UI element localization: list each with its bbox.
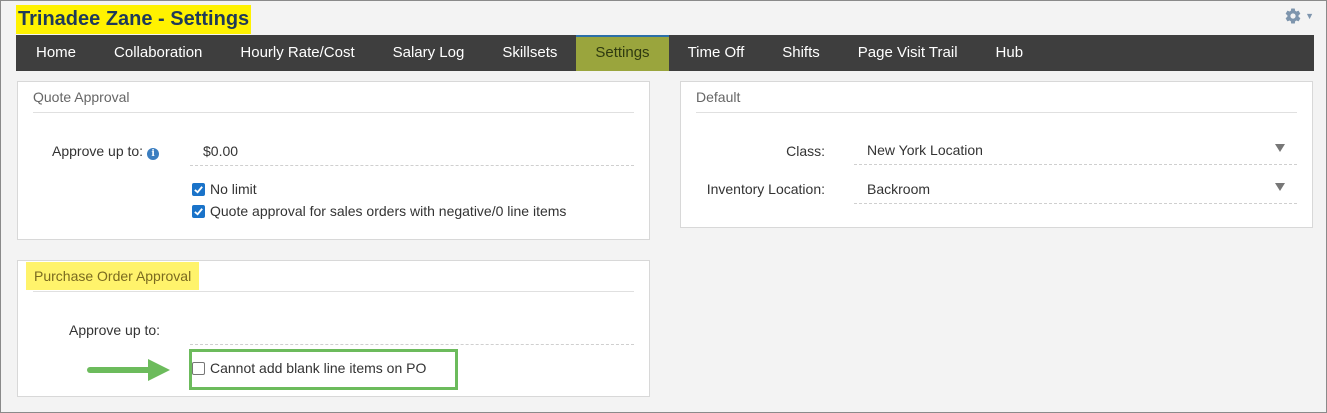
page-title-wrap: Trinadee Zane - Settings: [16, 5, 252, 34]
class-label: Class:: [786, 143, 825, 159]
gear-icon: [1284, 7, 1302, 25]
tab-page-visit-trail[interactable]: Page Visit Trail: [839, 35, 977, 71]
po-approval-header: Purchase Order Approval: [26, 262, 200, 290]
chevron-down-icon: [1275, 183, 1285, 191]
tab-settings[interactable]: Settings: [576, 35, 669, 71]
tab-hourly-rate-cost[interactable]: Hourly Rate/Cost: [221, 35, 373, 71]
negative-items-label: Quote approval for sales orders with neg…: [210, 203, 567, 219]
blank-line-items-checkbox[interactable]: [192, 361, 205, 375]
inventory-location-label: Inventory Location:: [706, 181, 825, 197]
class-value: New York Location: [867, 142, 983, 158]
tab-home[interactable]: Home: [16, 35, 95, 71]
tab-shifts[interactable]: Shifts: [763, 35, 839, 71]
default-panel: Default Class: New York Location Invento…: [680, 81, 1313, 228]
inventory-location-select[interactable]: Backroom: [854, 177, 1297, 204]
inventory-location-value: Backroom: [867, 181, 931, 197]
arrow-right-icon: [86, 357, 176, 388]
tab-salary-log[interactable]: Salary Log: [374, 35, 484, 71]
nav-tabs: Home Collaboration Hourly Rate/Cost Sala…: [16, 35, 1314, 71]
approve-up-to-label: Approve up to: i: [52, 143, 160, 160]
class-select[interactable]: New York Location: [854, 138, 1297, 165]
no-limit-row: No limit: [192, 181, 257, 197]
tab-skillsets[interactable]: Skillsets: [483, 35, 576, 71]
negative-items-checkbox[interactable]: [192, 204, 205, 218]
negative-items-row: Quote approval for sales orders with neg…: [192, 203, 566, 219]
chevron-down-icon: [1275, 144, 1285, 152]
info-icon[interactable]: i: [147, 148, 160, 160]
tab-time-off[interactable]: Time Off: [669, 35, 764, 71]
panel-header: Quote Approval: [33, 82, 634, 113]
approve-up-to-input[interactable]: $0.00: [190, 139, 634, 166]
tab-hub[interactable]: Hub: [977, 35, 1043, 71]
blank-line-items-row: Cannot add blank line items on PO: [192, 360, 426, 376]
chevron-down-icon: ▼: [1305, 11, 1314, 21]
settings-menu[interactable]: ▼: [1284, 7, 1314, 25]
page-title: Trinadee Zane - Settings: [16, 5, 252, 34]
po-approve-up-to-input[interactable]: [190, 318, 634, 345]
panel-header: Default: [696, 82, 1297, 113]
tab-collaboration[interactable]: Collaboration: [95, 35, 221, 71]
no-limit-checkbox[interactable]: [192, 182, 205, 196]
po-approve-up-to-label: Approve up to:: [69, 322, 161, 338]
quote-approval-panel: Quote Approval Approve up to: i $0.00 No …: [17, 81, 650, 240]
blank-line-items-label: Cannot add blank line items on PO: [210, 360, 427, 376]
panel-header: Purchase Order Approval: [26, 261, 634, 292]
no-limit-label: No limit: [210, 181, 257, 197]
